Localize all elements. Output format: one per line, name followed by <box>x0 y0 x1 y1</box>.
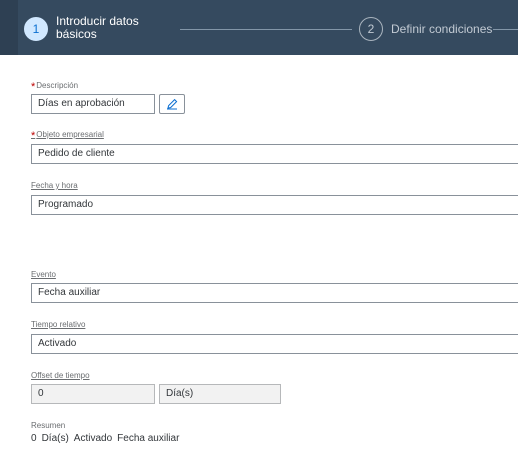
offset-unit-field: Día(s) <box>159 384 281 404</box>
required-asterisk: * <box>31 130 36 142</box>
summary-label: Resumen <box>31 421 66 430</box>
fecha-hora-select[interactable]: Programado <box>31 195 518 215</box>
step-2-title[interactable]: Definir condiciones <box>391 22 492 36</box>
step-1-indicator[interactable]: 1 <box>24 17 48 41</box>
wizard-connector-line-2 <box>493 29 518 30</box>
tiempo-relativo-select[interactable]: Activado <box>31 334 518 354</box>
evento-select[interactable]: Fecha auxiliar <box>31 283 518 303</box>
objeto-label: *Objeto empresarial <box>31 130 104 142</box>
required-asterisk: * <box>31 81 36 93</box>
descripcion-input[interactable]: Días en aprobación <box>31 94 155 114</box>
summary-offset: 0 <box>31 433 37 444</box>
fecha-hora-label: Fecha y hora <box>31 181 78 190</box>
summary-text: 0 Día(s) Activado Fecha auxiliar <box>31 433 184 444</box>
summary-relative: Activado <box>73 433 113 444</box>
evento-label: Evento <box>31 270 56 279</box>
wizard-header: 1 Introducir datos básicos 2 Definir con… <box>0 0 518 55</box>
tiempo-relativo-label: Tiempo relativo <box>31 320 86 329</box>
edit-pencil-icon <box>167 98 178 110</box>
summary-unit: Día(s) <box>41 433 69 444</box>
step-2-indicator[interactable]: 2 <box>359 17 383 41</box>
summary-event: Fecha auxiliar <box>117 433 180 444</box>
step-1-title[interactable]: Introducir datos básicos <box>56 15 166 41</box>
wizard-connector-line <box>180 29 352 30</box>
objeto-empresarial-select[interactable]: Pedido de cliente <box>31 144 518 164</box>
wizard-left-edge <box>0 0 18 55</box>
descripcion-label: *Descripción <box>31 81 79 93</box>
offset-value-field: 0 <box>31 384 155 404</box>
offset-label: Offset de tiempo <box>31 371 90 380</box>
edit-description-button[interactable] <box>159 94 185 114</box>
